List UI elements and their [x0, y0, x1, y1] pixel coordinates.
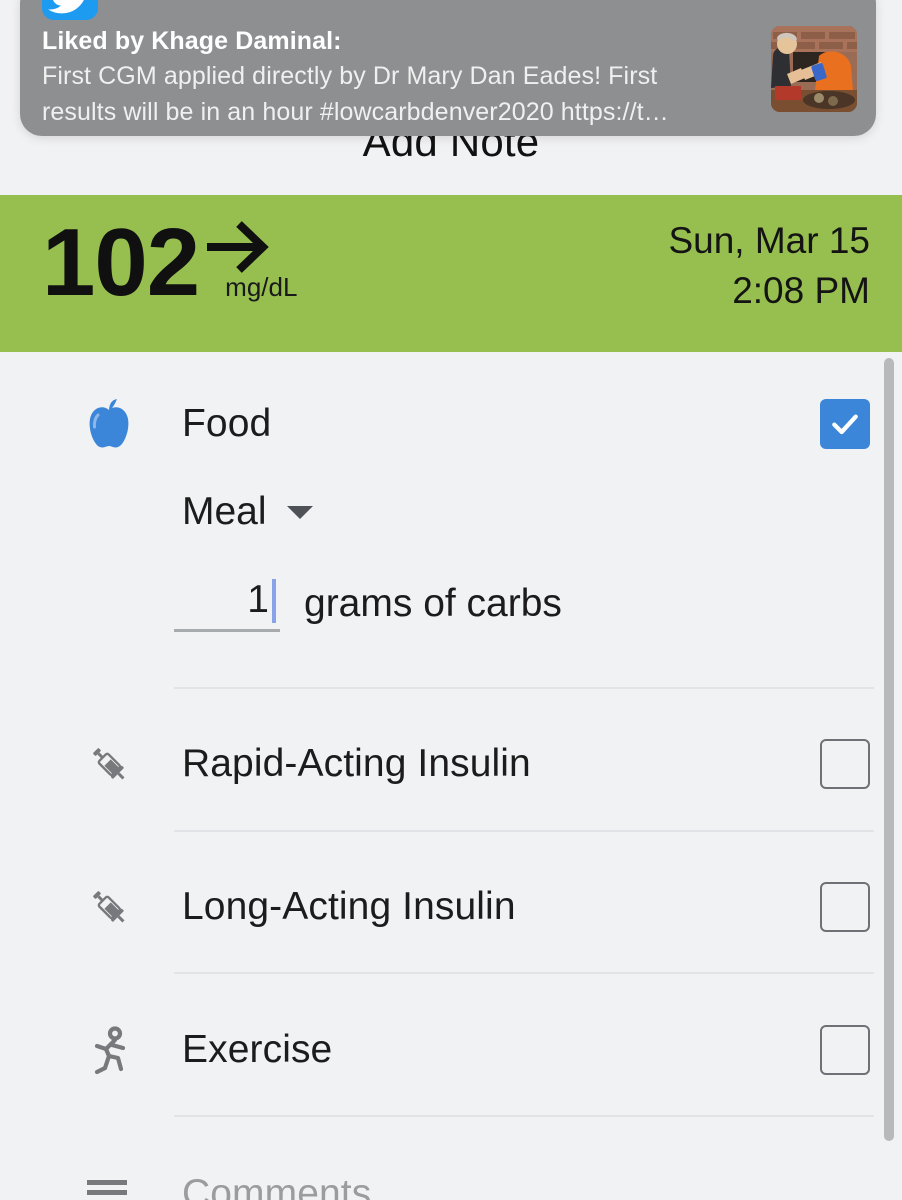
- app-screen: Add Note Liked by Khage Daminal: First C…: [0, 0, 902, 1200]
- glucose-reading-bar: 102 mg/dL Sun, Mar 15 2:08 PM: [0, 195, 902, 352]
- divider: [174, 972, 874, 974]
- form-label-food: Food: [182, 402, 272, 445]
- form-label-exercise: Exercise: [182, 1028, 333, 1071]
- divider: [174, 1115, 874, 1117]
- form-row-exercise[interactable]: Exercise: [0, 1008, 902, 1092]
- glucose-timestamp: Sun, Mar 15 2:08 PM: [668, 217, 870, 317]
- form-label-rapid-acting-insulin: Rapid-Acting Insulin: [182, 742, 531, 785]
- scrollbar[interactable]: [882, 352, 896, 1200]
- checkbox-exercise[interactable]: [820, 1025, 870, 1075]
- running-person-icon: [82, 1023, 136, 1077]
- form-row-food[interactable]: Food: [0, 382, 902, 466]
- divider: [174, 830, 874, 832]
- comments-input[interactable]: Comments: [182, 1172, 371, 1200]
- carbs-value: 1: [247, 577, 269, 621]
- twitter-bird-icon: [42, 0, 98, 20]
- glucose-date: Sun, Mar 15: [668, 220, 870, 261]
- form-row-long-acting-insulin[interactable]: Long-Acting Insulin: [0, 865, 902, 949]
- notification-banner[interactable]: Liked by Khage Daminal: First CGM applie…: [20, 0, 876, 136]
- carbs-unit-label: grams of carbs: [304, 582, 562, 625]
- glucose-reading-group: 102 mg/dL: [42, 211, 297, 315]
- glucose-time: 2:08 PM: [732, 270, 870, 311]
- notification-text-line-2: results will be in an hour #lowcarbdenve…: [42, 98, 669, 126]
- form-label-long-acting-insulin: Long-Acting Insulin: [182, 885, 516, 928]
- chevron-down-icon: [286, 505, 313, 519]
- glucose-value: 102: [42, 209, 200, 316]
- carbs-input[interactable]: 1: [174, 570, 280, 632]
- meal-type-value: Meal: [182, 490, 267, 533]
- note-form: Food Meal 1 grams of carbs Rapid-Acting …: [0, 352, 902, 1200]
- notification-text-line-1: First CGM applied directly by Dr Mary Da…: [42, 62, 658, 90]
- divider: [174, 687, 874, 689]
- text-cursor: [272, 578, 276, 623]
- scrollbar-thumb[interactable]: [884, 358, 894, 1141]
- notification-title: Liked by Khage Daminal:: [42, 27, 342, 55]
- notification-body: Liked by Khage Daminal: First CGM applie…: [42, 24, 732, 130]
- lines-icon: [82, 1167, 136, 1200]
- checkbox-food[interactable]: [820, 399, 870, 449]
- checkbox-rapid-acting-insulin[interactable]: [820, 739, 870, 789]
- apple-icon: [82, 397, 136, 451]
- form-row-rapid-acting-insulin[interactable]: Rapid-Acting Insulin: [0, 722, 902, 806]
- form-row-comments[interactable]: Comments: [0, 1152, 902, 1200]
- glucose-unit: mg/dL: [225, 272, 298, 302]
- carbs-input-group[interactable]: 1 grams of carbs: [174, 570, 562, 632]
- syringe-icon: [82, 737, 136, 791]
- checkbox-long-acting-insulin[interactable]: [820, 882, 870, 932]
- notification-thumbnail[interactable]: [771, 26, 857, 112]
- syringe-icon: [82, 880, 136, 934]
- meal-type-dropdown[interactable]: Meal: [182, 490, 313, 534]
